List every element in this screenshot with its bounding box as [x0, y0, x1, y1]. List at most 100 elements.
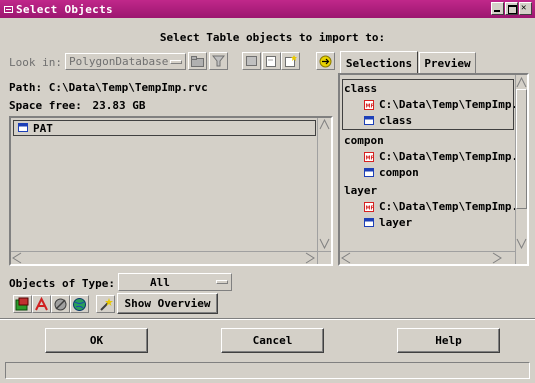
object-name: compon — [379, 166, 419, 179]
selection-file[interactable]: MF C:\Data\Temp\TempImp.r — [364, 98, 525, 111]
objects-type-combo[interactable]: All — [118, 273, 232, 291]
file-icon: MF — [364, 151, 374, 162]
ok-label: OK — [89, 334, 104, 347]
object-name: class — [379, 114, 413, 127]
system-menu-icon[interactable] — [4, 5, 13, 13]
selection-object[interactable]: layer — [364, 216, 412, 229]
list-vscrollbar[interactable] — [317, 118, 331, 264]
selection-group-compon[interactable]: compon — [344, 134, 384, 147]
new-file-icon — [246, 56, 257, 66]
scroll-left-arrow-icon[interactable] — [12, 252, 22, 264]
list-item[interactable]: PAT — [13, 120, 316, 136]
scroll-left-arrow-icon[interactable] — [341, 252, 351, 264]
space-row: Space free: 23.83 GB — [9, 99, 145, 112]
tab-selections-label: Selections — [345, 57, 413, 70]
svg-text:MF: MF — [366, 155, 374, 161]
new-folder-button[interactable] — [281, 52, 300, 70]
status-bar — [5, 362, 530, 379]
scroll-thumb[interactable] — [516, 89, 527, 209]
remove-button[interactable] — [32, 295, 51, 313]
selection-group-layer[interactable]: layer — [344, 184, 377, 197]
show-overview-label: Show Overview — [124, 297, 211, 310]
document-icon — [266, 56, 276, 67]
selections-vscrollbar[interactable] — [515, 75, 527, 264]
scroll-right-arrow-icon[interactable] — [492, 252, 502, 264]
file-path: C:\Data\Temp\TempImp.r — [379, 200, 525, 213]
filter-icon — [54, 298, 67, 310]
object-name: layer — [379, 216, 413, 229]
file-path: C:\Data\Temp\TempImp.r — [379, 98, 525, 111]
new-file-button[interactable] — [262, 52, 281, 70]
scroll-down-arrow-icon[interactable] — [319, 238, 330, 250]
new-object-button[interactable] — [242, 52, 261, 70]
tab-preview[interactable]: Preview — [419, 52, 476, 74]
group-name: layer — [344, 184, 378, 197]
svg-text:MF: MF — [366, 103, 374, 109]
space-label: Space free: — [9, 99, 82, 112]
globe-icon — [73, 297, 86, 311]
space-value: 23.83 GB — [92, 99, 146, 112]
selection-group-class[interactable]: class — [344, 82, 377, 95]
scroll-up-arrow-icon[interactable] — [516, 76, 527, 88]
file-path: C:\Data\Temp\TempImp.r — [379, 150, 525, 163]
objects-type-value: All — [150, 275, 170, 289]
dialog-heading: Select Table objects to import to: — [159, 31, 386, 44]
objects-type-label: Objects of Type: — [9, 277, 115, 290]
selections-hscrollbar[interactable] — [340, 251, 515, 264]
chevron-down-icon — [216, 280, 228, 284]
help-button[interactable]: Help — [397, 328, 500, 353]
table-icon — [364, 115, 374, 125]
folder-up-button[interactable] — [188, 52, 207, 70]
scroll-up-arrow-icon[interactable] — [319, 118, 330, 130]
path-label: Path: — [9, 81, 43, 94]
close-button[interactable] — [519, 2, 532, 15]
path-value: C:\Data\Temp\TempImp.rvc — [48, 81, 208, 94]
tab-preview-label: Preview — [424, 57, 471, 70]
lookin-label: Look in: — [9, 56, 62, 69]
filter-button[interactable] — [51, 295, 70, 313]
svg-text:MF: MF — [366, 205, 374, 211]
list-hscrollbar[interactable] — [11, 251, 331, 264]
scroll-down-arrow-icon[interactable] — [516, 238, 527, 250]
file-icon: MF — [364, 99, 374, 110]
list-item-label: PAT — [33, 121, 53, 135]
globe-button[interactable] — [70, 295, 89, 313]
star-file-icon — [285, 55, 297, 67]
object-list[interactable]: PAT — [9, 116, 333, 266]
folder-icon — [191, 55, 204, 67]
arrow-right-icon — [319, 55, 332, 67]
table-icon — [364, 167, 374, 177]
group-name: class — [344, 82, 378, 95]
minimize-button[interactable] — [491, 2, 504, 15]
lookin-value: PolygonDatabase — [69, 55, 169, 68]
selection-file[interactable]: MF C:\Data\Temp\TempImp.r — [364, 200, 525, 213]
show-overview-button[interactable]: Show Overview — [117, 293, 218, 314]
remove-icon — [35, 296, 48, 310]
ok-button[interactable]: OK — [45, 328, 148, 353]
add-all-button[interactable] — [13, 295, 32, 313]
maximize-button[interactable] — [505, 2, 518, 15]
add-objects-icon — [15, 297, 29, 310]
window-title: Select Objects — [16, 2, 113, 16]
add-selection-button[interactable] — [316, 52, 335, 70]
file-icon: MF — [364, 201, 374, 212]
title-bar[interactable]: Select Objects — [0, 0, 535, 18]
tab-selections[interactable]: Selections — [340, 51, 418, 75]
help-label: Help — [435, 334, 462, 347]
separator — [0, 318, 535, 320]
wand-button[interactable] — [96, 295, 115, 313]
funnel-icon — [212, 55, 225, 67]
selections-panel[interactable]: class MF C:\Data\Temp\TempImp.r class co… — [338, 73, 529, 266]
selection-file[interactable]: MF C:\Data\Temp\TempImp.r — [364, 150, 525, 163]
cancel-button[interactable]: Cancel — [221, 328, 324, 353]
navigate-button[interactable] — [209, 52, 228, 70]
selection-object[interactable]: compon — [364, 166, 419, 179]
table-icon — [18, 123, 28, 132]
scroll-right-arrow-icon[interactable] — [305, 252, 315, 264]
lookin-combo[interactable]: PolygonDatabase — [65, 53, 186, 70]
chevron-down-icon — [170, 59, 182, 64]
group-name: compon — [344, 134, 384, 147]
path-row: Path: C:\Data\Temp\TempImp.rvc — [9, 81, 208, 94]
selection-object[interactable]: class — [364, 114, 412, 127]
magic-wand-icon — [100, 297, 113, 311]
